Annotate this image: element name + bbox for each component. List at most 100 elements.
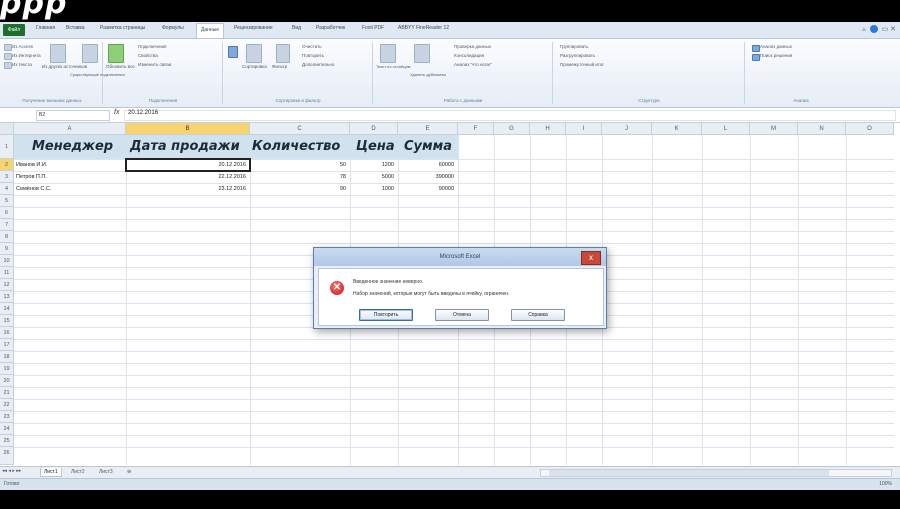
btn-reapply[interactable]: Повторить xyxy=(302,53,324,58)
col-header-n[interactable]: N xyxy=(798,123,846,135)
cell-d3[interactable]: 5000 xyxy=(350,171,398,183)
btn-solver[interactable]: Поиск решения xyxy=(760,53,792,58)
cell-a2[interactable]: Иванов И.И. xyxy=(16,159,47,171)
row-header-22[interactable]: 22 xyxy=(0,399,14,411)
btn-other-sources[interactable]: Из других источников xyxy=(42,64,87,69)
row-header-25[interactable]: 25 xyxy=(0,435,14,447)
sheet-tab-1[interactable]: Лист1 xyxy=(40,468,62,477)
minimize-ribbon-icon[interactable]: ▵ xyxy=(862,26,866,33)
row-header-5[interactable]: 5 xyxy=(0,195,14,207)
horizontal-scrollbar[interactable] xyxy=(540,469,892,477)
cell-d4[interactable]: 1000 xyxy=(350,183,398,195)
cell-e2[interactable]: 60000 xyxy=(398,159,458,171)
row-header-13[interactable]: 13 xyxy=(0,291,14,303)
btn-consolidate[interactable]: Консолидация xyxy=(454,53,484,58)
cancel-button[interactable]: Отмена xyxy=(435,309,489,321)
dialog-title[interactable]: Microsoft Excel xyxy=(314,248,606,266)
sheet-tab-2[interactable]: Лист2 xyxy=(68,468,88,476)
row-header-3[interactable]: 3 xyxy=(0,171,14,183)
cell-e4[interactable]: 90000 xyxy=(398,183,458,195)
window-restore-icon[interactable]: ▭ xyxy=(882,26,889,33)
retry-button[interactable]: Повторить xyxy=(359,309,413,321)
cell-a4[interactable]: Семёнов С.С. xyxy=(16,183,51,195)
tab-formulas[interactable]: Формулы xyxy=(162,25,184,31)
row-header-12[interactable]: 12 xyxy=(0,279,14,291)
btn-ungroup[interactable]: Разгруппировать xyxy=(560,53,595,58)
col-header-c[interactable]: C xyxy=(250,123,350,135)
tab-home[interactable]: Главная xyxy=(36,25,55,31)
btn-data-analysis[interactable]: Анализ данных xyxy=(760,44,792,49)
row-header-15[interactable]: 15 xyxy=(0,315,14,327)
new-sheet-icon[interactable]: ⊕ xyxy=(124,468,134,476)
row-header-1[interactable]: 1 xyxy=(0,135,14,159)
help-icon[interactable] xyxy=(869,25,878,34)
help-button[interactable]: Справка xyxy=(511,309,565,321)
cell-c3[interactable]: 78 xyxy=(250,171,350,183)
row-header-9[interactable]: 9 xyxy=(0,243,14,255)
tab-file[interactable]: Файл xyxy=(3,24,25,36)
close-icon[interactable]: ✕ xyxy=(890,26,896,33)
cell-a3[interactable]: Петров П.П. xyxy=(16,171,47,183)
tab-developer[interactable]: Разработчик xyxy=(316,25,345,31)
btn-filter[interactable]: Фильтр xyxy=(272,64,287,69)
row-header-10[interactable]: 10 xyxy=(0,255,14,267)
btn-group[interactable]: Группировать xyxy=(560,44,588,49)
cell-b4[interactable]: 23.12.2016 xyxy=(126,183,250,195)
btn-edit-links[interactable]: Изменить связи xyxy=(138,62,171,67)
row-header-11[interactable]: 11 xyxy=(0,267,14,279)
ribbon-window-controls[interactable]: ▵ ▭ ✕ xyxy=(862,25,896,34)
sheet-nav-arrows[interactable]: ◂◂ ◂ ▸ ▸▸ xyxy=(2,468,21,474)
row-header-26[interactable]: 26 xyxy=(0,447,14,465)
cell-c4[interactable]: 90 xyxy=(250,183,350,195)
col-header-f[interactable]: F xyxy=(458,123,494,135)
tab-foxit-pdf[interactable]: Foxit PDF xyxy=(362,25,384,31)
btn-from-web[interactable]: Из Интернета xyxy=(12,53,41,58)
cell-d2[interactable]: 1200 xyxy=(350,159,398,171)
row-header-7[interactable]: 7 xyxy=(0,219,14,231)
header-sale-date[interactable]: Дата продажи xyxy=(126,135,250,159)
col-header-b[interactable]: B xyxy=(126,123,250,135)
btn-from-text[interactable]: Из текста xyxy=(12,62,32,67)
row-header-18[interactable]: 18 xyxy=(0,351,14,363)
btn-remove-duplicates[interactable]: Удалить дубликаты xyxy=(410,72,446,77)
header-quantity[interactable]: Количество xyxy=(250,135,350,159)
row-header-4[interactable]: 4 xyxy=(0,183,14,195)
col-header-i[interactable]: I xyxy=(566,123,602,135)
tab-insert[interactable]: Вставка xyxy=(66,25,85,31)
row-header-21[interactable]: 21 xyxy=(0,387,14,399)
btn-subtotal[interactable]: Промежуточный итог xyxy=(560,62,604,67)
tab-data[interactable]: Данные xyxy=(196,23,225,38)
tab-view[interactable]: Вид xyxy=(292,25,301,31)
sheet-tab-3[interactable]: Лист3 xyxy=(96,468,116,476)
row-header-6[interactable]: 6 xyxy=(0,207,14,219)
btn-clear[interactable]: Очистить xyxy=(302,44,322,49)
header-price[interactable]: Цена xyxy=(350,135,398,159)
row-header-17[interactable]: 17 xyxy=(0,339,14,351)
header-sum[interactable]: Сумма xyxy=(398,135,458,159)
col-header-e[interactable]: E xyxy=(398,123,458,135)
row-header-24[interactable]: 24 xyxy=(0,423,14,435)
btn-what-if[interactable]: Анализ "что если" xyxy=(454,62,492,67)
col-header-a[interactable]: A xyxy=(14,123,126,135)
tab-abbyy[interactable]: ABBYY FineReader 12 xyxy=(398,25,449,31)
btn-connections[interactable]: Подключения xyxy=(138,44,166,49)
col-header-g[interactable]: G xyxy=(494,123,530,135)
row-header-20[interactable]: 20 xyxy=(0,375,14,387)
row-header-19[interactable]: 19 xyxy=(0,363,14,375)
tab-page-layout[interactable]: Разметка страницы xyxy=(100,25,145,31)
sort-az-icon[interactable] xyxy=(228,46,238,58)
header-manager[interactable]: Менеджер xyxy=(14,135,126,159)
row-header-2[interactable]: 2 xyxy=(0,159,14,171)
cell-e3[interactable]: 390000 xyxy=(398,171,458,183)
name-box[interactable]: B2 xyxy=(36,110,110,121)
col-header-o[interactable]: O xyxy=(846,123,894,135)
col-header-k[interactable]: K xyxy=(652,123,702,135)
fx-icon[interactable]: fx xyxy=(114,109,119,116)
row-header-14[interactable]: 14 xyxy=(0,303,14,315)
select-all-corner[interactable] xyxy=(0,123,14,135)
col-header-m[interactable]: M xyxy=(750,123,798,135)
formula-input[interactable] xyxy=(124,110,896,121)
zoom-level[interactable]: 100% xyxy=(879,481,892,487)
tab-review[interactable]: Рецензирование xyxy=(234,25,273,31)
btn-from-access[interactable]: Из Access xyxy=(12,44,33,49)
